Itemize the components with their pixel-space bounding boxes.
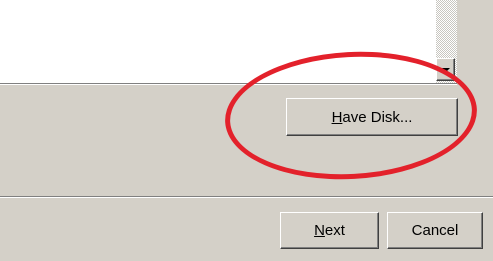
pane-border [0,83,457,85]
next-accel: N [314,222,325,239]
have-disk-button[interactable]: Have Disk... [286,98,458,136]
chevron-down-icon [442,68,450,72]
cancel-button[interactable]: Cancel [387,212,483,249]
have-disk-accel: H [331,108,343,126]
next-label: ext [324,222,345,239]
footer-separator [0,196,493,198]
cancel-label: Cancel [411,222,459,239]
next-button[interactable]: Next [280,212,379,249]
scroll-down-button[interactable] [436,58,455,81]
device-list-pane[interactable] [0,0,436,83]
have-disk-label: ave Disk... [342,108,413,126]
